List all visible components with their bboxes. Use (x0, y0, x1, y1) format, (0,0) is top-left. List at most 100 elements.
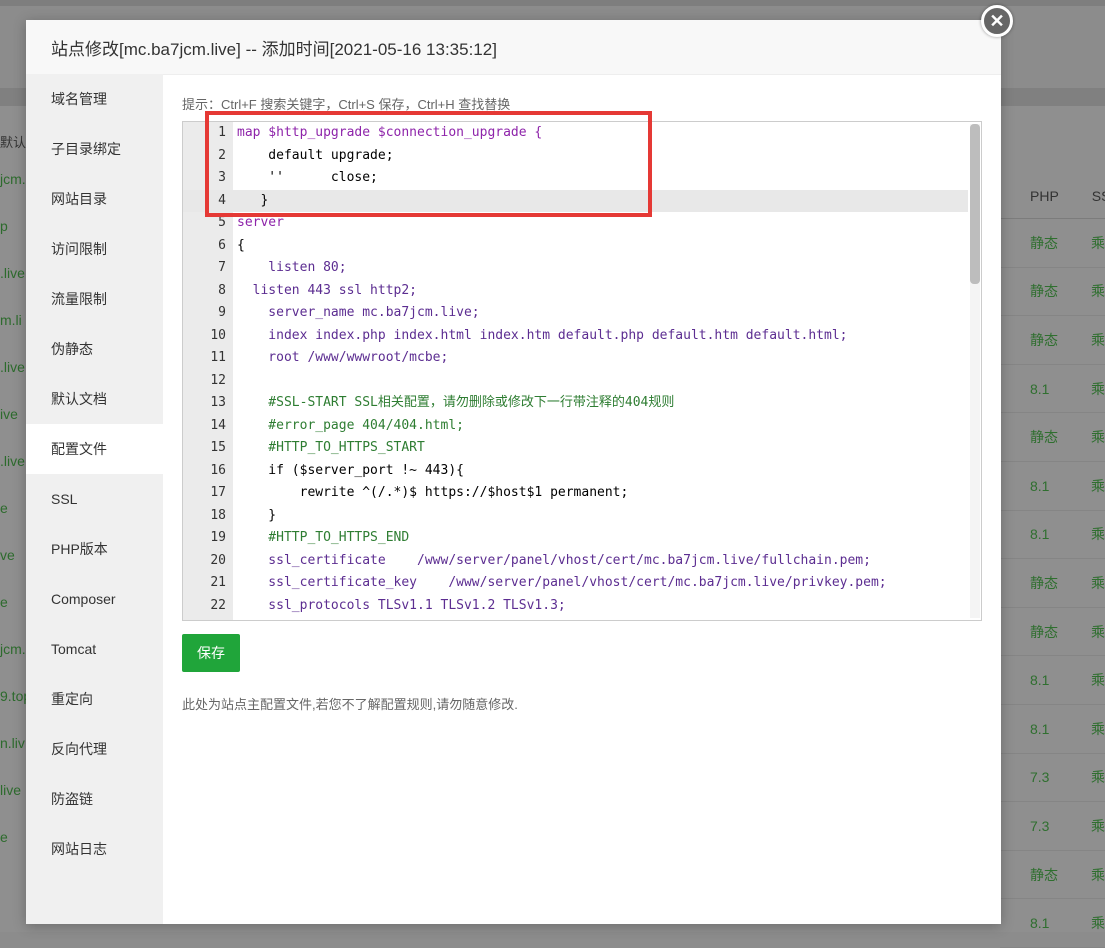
ssl-cell: 乘 (1091, 283, 1105, 300)
code-text: { (237, 237, 245, 253)
sidebar-item[interactable]: 流量限制 (26, 274, 163, 324)
background-table-row: 静态 乘 (1000, 413, 1105, 462)
background-table-row: 8.1 乘 (1000, 511, 1105, 560)
sidebar-item[interactable]: 默认文档 (26, 374, 163, 424)
sidebar-item[interactable]: PHP版本 (26, 524, 163, 574)
background-table-row: 静态 乘 (1000, 851, 1105, 900)
line-number: 6 (218, 237, 226, 253)
code-line[interactable]: 12 (183, 370, 968, 393)
line-number: 8 (218, 282, 226, 298)
background-site-name: ve (0, 547, 15, 563)
background-table-row: 8.1 乘 (1000, 365, 1105, 414)
code-line[interactable]: 16 if ($server_port !~ 443){ (183, 460, 968, 483)
background-site-name: ive (0, 406, 18, 422)
code-line[interactable]: 17 rewrite ^(/.*)$ https://$host$1 perma… (183, 482, 968, 505)
php-version-cell: 8.1 (1030, 526, 1050, 543)
sidebar-item[interactable]: 配置文件 (26, 424, 163, 474)
ssl-column-header: SS (1091, 188, 1105, 204)
code-text: index index.php index.html index.htm def… (237, 327, 848, 343)
code-text: ssl_certificate_key /www/server/panel/vh… (237, 575, 887, 590)
save-button[interactable]: 保存 (182, 634, 240, 672)
background-table-row: 静态 乘 (1000, 559, 1105, 608)
background-table: PHP SS 静态乘静态乘静态乘8.1乘静态乘8.1乘8.1乘静态乘静态乘8.1… (1000, 174, 1105, 948)
php-version-cell: 8.1 (1030, 380, 1050, 397)
background-table-row: 7.3 乘 (1000, 754, 1105, 803)
php-version-cell: 7.3 (1030, 817, 1050, 834)
background-site-name: e (0, 594, 8, 610)
line-number: 20 (210, 552, 226, 568)
dialog-sidebar: 域名管理 子目录绑定 网站目录 访问限制 流量限制 伪静态 默认文档 配置文件 SSL PHP版本… (26, 74, 163, 924)
ssl-cell: 乘 (1091, 623, 1105, 640)
sidebar-item[interactable]: 域名管理 (26, 74, 163, 124)
code-line[interactable]: 6{ (183, 235, 968, 258)
php-version-cell: 静态 (1030, 331, 1058, 348)
code-text: #HTTP_TO_HTTPS_START (237, 440, 425, 455)
php-version-cell: 静态 (1030, 283, 1058, 300)
code-line[interactable]: 22 ssl_protocols TLSv1.1 TLSv1.2 TLSv1.3… (183, 595, 968, 618)
line-number: 18 (210, 507, 226, 523)
php-version-cell: 静态 (1030, 866, 1058, 883)
background-table-row: 8.1 乘 (1000, 656, 1105, 705)
line-number: 11 (210, 350, 226, 365)
php-version-cell: 8.1 (1030, 672, 1050, 689)
code-line[interactable]: 15 #HTTP_TO_HTTPS_START (183, 437, 968, 460)
code-line[interactable]: 20 ssl_certificate /www/server/panel/vho… (183, 550, 968, 573)
background-site-names: 默认 jcm. p .live m.li .live ive .live e ve e jcm. 9.t… (0, 130, 28, 861)
sidebar-item[interactable]: 网站目录 (26, 174, 163, 224)
code-line[interactable]: 9 server_name mc.ba7jcm.live; (183, 302, 968, 325)
background-table-row: 8.1 乘 (1000, 705, 1105, 754)
code-line[interactable]: 19 #HTTP_TO_HTTPS_END (183, 527, 968, 550)
php-version-cell: 8.1 (1030, 915, 1050, 932)
background-site-name: .live (0, 359, 25, 375)
sidebar-item[interactable]: Composer (26, 574, 163, 624)
background-site-name: n.liv (0, 735, 25, 751)
sidebar-item[interactable]: 反向代理 (26, 724, 163, 774)
background-table-header: PHP SS (1000, 174, 1105, 219)
background-table-row: 静态 乘 (1000, 219, 1105, 268)
sidebar-item[interactable]: Tomcat (26, 624, 163, 674)
sidebar-item[interactable]: 子目录绑定 (26, 124, 163, 174)
code-line[interactable]: 13 #SSL-START SSL相关配置，请勿删除或修改下一行带注释的404规… (183, 392, 968, 415)
code-line[interactable]: 10 index index.php index.html index.htm … (183, 325, 968, 348)
ssl-cell: 乘 (1091, 429, 1105, 446)
ssl-cell: 乘 (1091, 380, 1105, 397)
code-line[interactable]: 18 } (183, 505, 968, 528)
ssl-cell: 乘 (1091, 477, 1105, 494)
background-site-name: p (0, 218, 8, 234)
sidebar-item[interactable]: 防盗链 (26, 774, 163, 824)
php-column-header: PHP (1030, 188, 1059, 204)
ssl-cell: 乘 (1091, 331, 1105, 348)
background-site-name: 默认 (0, 135, 27, 150)
line-number: 22 (210, 597, 226, 613)
background-site-name: jcm. (0, 641, 26, 657)
sidebar-item[interactable]: 访问限制 (26, 224, 163, 274)
sidebar-item[interactable]: 网站日志 (26, 824, 163, 874)
code-text: listen 443 ssl http2; (237, 282, 418, 298)
sidebar-item[interactable]: 重定向 (26, 674, 163, 724)
line-number: 12 (210, 372, 226, 388)
code-text: #SSL-START SSL相关配置，请勿删除或修改下一行带注释的404规则 (237, 395, 675, 410)
php-version-cell: 8.1 (1030, 720, 1050, 737)
background-table-row: 静态 乘 (1000, 316, 1105, 365)
php-version-cell: 8.1 (1030, 477, 1050, 494)
line-number: 7 (218, 260, 226, 275)
editor-scrollbar[interactable] (970, 124, 980, 618)
php-version-cell: 静态 (1030, 234, 1058, 251)
editor-scroll-thumb[interactable] (970, 124, 980, 284)
php-version-cell: 7.3 (1030, 769, 1050, 786)
code-line[interactable]: 11 root /www/wwwroot/mcbe; (183, 347, 968, 370)
close-dialog-button[interactable]: ✕ (981, 5, 1013, 37)
code-line[interactable]: 7 listen 80; (183, 257, 968, 280)
php-version-cell: 静态 (1030, 574, 1058, 591)
ssl-cell: 乘 (1091, 234, 1105, 251)
sidebar-item[interactable]: SSL (26, 474, 163, 524)
line-number: 15 (210, 440, 226, 455)
code-line[interactable]: 14 #error_page 404/404.html; (183, 415, 968, 438)
line-number: 13 (210, 395, 226, 410)
code-line[interactable]: 8 listen 443 ssl http2; (183, 280, 968, 303)
sidebar-item[interactable]: 伪静态 (26, 324, 163, 374)
ssl-cell: 乘 (1091, 769, 1105, 786)
line-number: 19 (210, 530, 226, 545)
php-version-cell: 静态 (1030, 429, 1058, 446)
code-line[interactable]: 21 ssl_certificate_key /www/server/panel… (183, 572, 968, 595)
